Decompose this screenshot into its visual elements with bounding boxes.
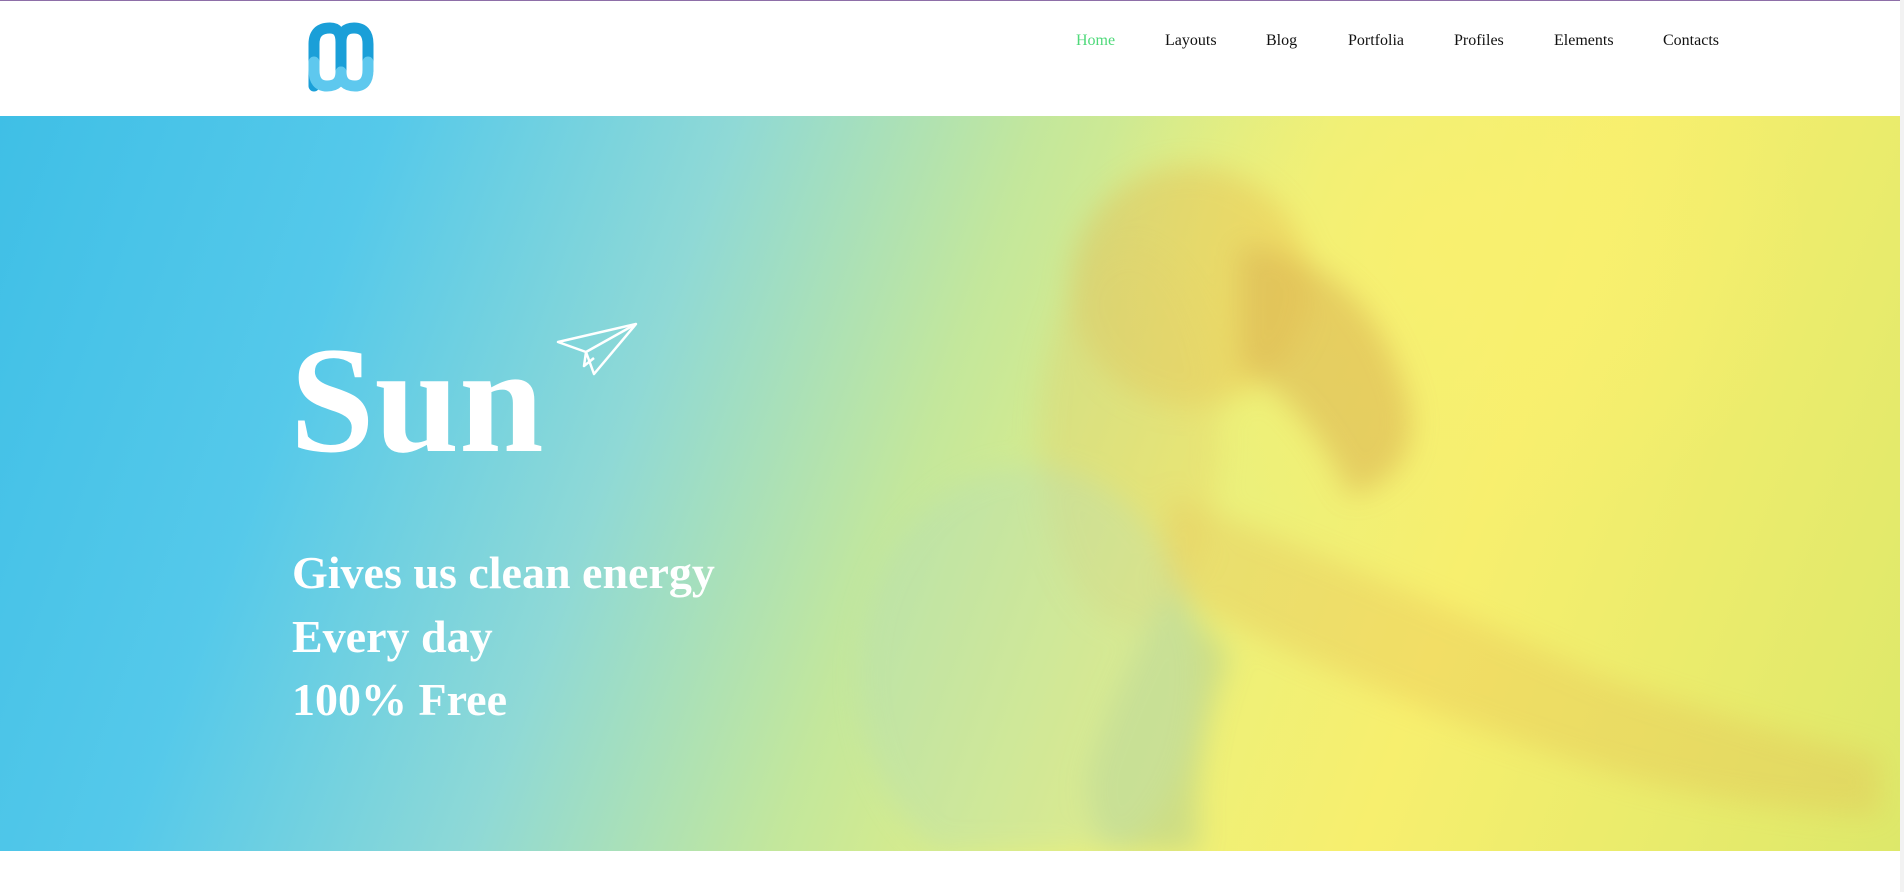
nav-item-home[interactable]: Home: [1076, 32, 1115, 50]
nav-item-contacts[interactable]: Contacts: [1663, 32, 1719, 50]
paper-plane-icon: [556, 322, 638, 376]
site-header: Home Layouts Blog Portfolia Profiles Ele…: [0, 1, 1904, 116]
nav-item-profiles[interactable]: Profiles: [1454, 32, 1504, 50]
hero-background-image: [860, 166, 1880, 851]
hero-tagline-3: 100% Free: [292, 674, 508, 725]
nav-item-elements[interactable]: Elements: [1554, 32, 1614, 50]
page-scrollbar[interactable]: [1900, 0, 1904, 892]
hero-tagline-1: Gives us clean energy: [292, 547, 715, 598]
nav-item-portfolia[interactable]: Portfolia: [1348, 32, 1404, 50]
hero-title: Sun: [290, 316, 544, 484]
hero-banner: Sun Gives us clean energy Every day 100%…: [0, 116, 1900, 851]
hero-tagline-2: Every day: [292, 611, 493, 662]
nav-item-layouts[interactable]: Layouts: [1165, 32, 1217, 50]
nav-item-blog[interactable]: Blog: [1266, 32, 1297, 50]
mw-logo-icon[interactable]: [308, 22, 374, 92]
